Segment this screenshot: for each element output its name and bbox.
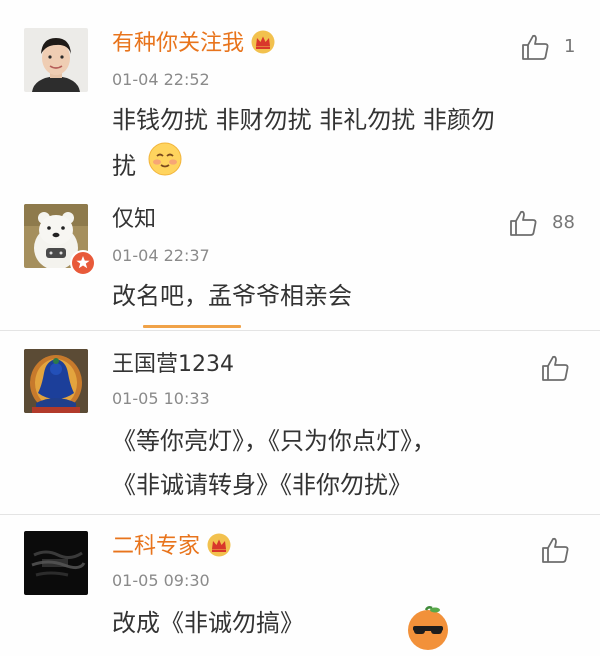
verified-badge-icon <box>70 250 96 276</box>
thumbs-up-icon <box>520 32 550 62</box>
username[interactable]: 仅知 <box>112 206 156 234</box>
section-indicator <box>143 325 241 328</box>
watermark-text <box>458 616 465 637</box>
crown-icon <box>206 533 232 565</box>
like-button[interactable] <box>540 353 584 383</box>
crown-icon <box>250 30 276 62</box>
comment-text: 非钱勿扰 非财勿扰 非礼勿扰 非颜勿 扰 <box>112 98 572 190</box>
comment-text-line: 《非诚请转身》《非你勿扰》 <box>112 471 412 499</box>
username[interactable]: 有种你关注我 <box>112 30 276 62</box>
like-count: 88 <box>552 212 575 233</box>
timestamp: 01-05 09:30 <box>112 571 210 590</box>
username-text[interactable]: 王国营1234 <box>112 352 234 377</box>
thumbs-up-icon <box>540 353 570 383</box>
like-button[interactable]: 1 <box>520 32 575 62</box>
username[interactable]: 二科专家 <box>112 533 232 565</box>
comment-text: 改名吧，孟爷爷相亲会 <box>112 274 572 318</box>
avatar[interactable] <box>24 531 88 595</box>
comment-text: 改成《非诚勿搞》 <box>112 601 572 645</box>
like-button[interactable]: 88 <box>508 208 575 238</box>
avatar[interactable] <box>24 349 88 413</box>
comment-item: 二科专家 01-05 09:30 改成《非诚勿搞》 <box>0 515 600 656</box>
comment-text-line: 非钱勿扰 非财勿扰 非礼勿扰 非颜勿 <box>112 106 495 134</box>
like-count: 1 <box>564 36 576 57</box>
thumbs-up-icon <box>540 535 570 565</box>
username[interactable]: 王国营1234 <box>112 351 234 379</box>
timestamp: 01-05 10:33 <box>112 389 210 408</box>
orange-logo-icon <box>404 604 452 652</box>
comment-item: 王国营1234 01-05 10:33 《等你亮灯》，《只为你点灯》， 《非诚请… <box>0 331 600 514</box>
comment-item: 有种你关注我 01-04 22:52 非钱勿扰 非财勿扰 非礼勿扰 非颜勿 扰 <box>0 0 600 200</box>
timestamp: 01-04 22:52 <box>112 70 210 89</box>
smiling-face-icon <box>148 142 182 190</box>
comment-text-word: 扰 <box>112 152 136 180</box>
comment-text-line: 扰 <box>112 142 572 190</box>
username-text[interactable]: 二科专家 <box>112 534 200 559</box>
avatar[interactable] <box>24 28 88 92</box>
timestamp: 01-04 22:37 <box>112 246 210 265</box>
comment-list: 有种你关注我 01-04 22:52 非钱勿扰 非财勿扰 非礼勿扰 非颜勿 扰 <box>0 0 600 656</box>
username-text[interactable]: 仅知 <box>112 207 156 232</box>
thumbs-up-icon <box>508 208 538 238</box>
comment-text-line: 改成《非诚勿搞》 <box>112 609 304 637</box>
like-button[interactable] <box>540 535 584 565</box>
comment-text-line: 改名吧，孟爷爷相亲会 <box>112 282 352 310</box>
comment-text-line: 《等你亮灯》，《只为你点灯》， <box>112 427 436 455</box>
username-text[interactable]: 有种你关注我 <box>112 31 244 56</box>
comment-text: 《等你亮灯》，《只为你点灯》， 《非诚请转身》《非你勿扰》 <box>112 419 582 507</box>
comment-item: 仅知 01-04 22:37 改名吧，孟爷爷相亲会 88 <box>0 200 600 330</box>
